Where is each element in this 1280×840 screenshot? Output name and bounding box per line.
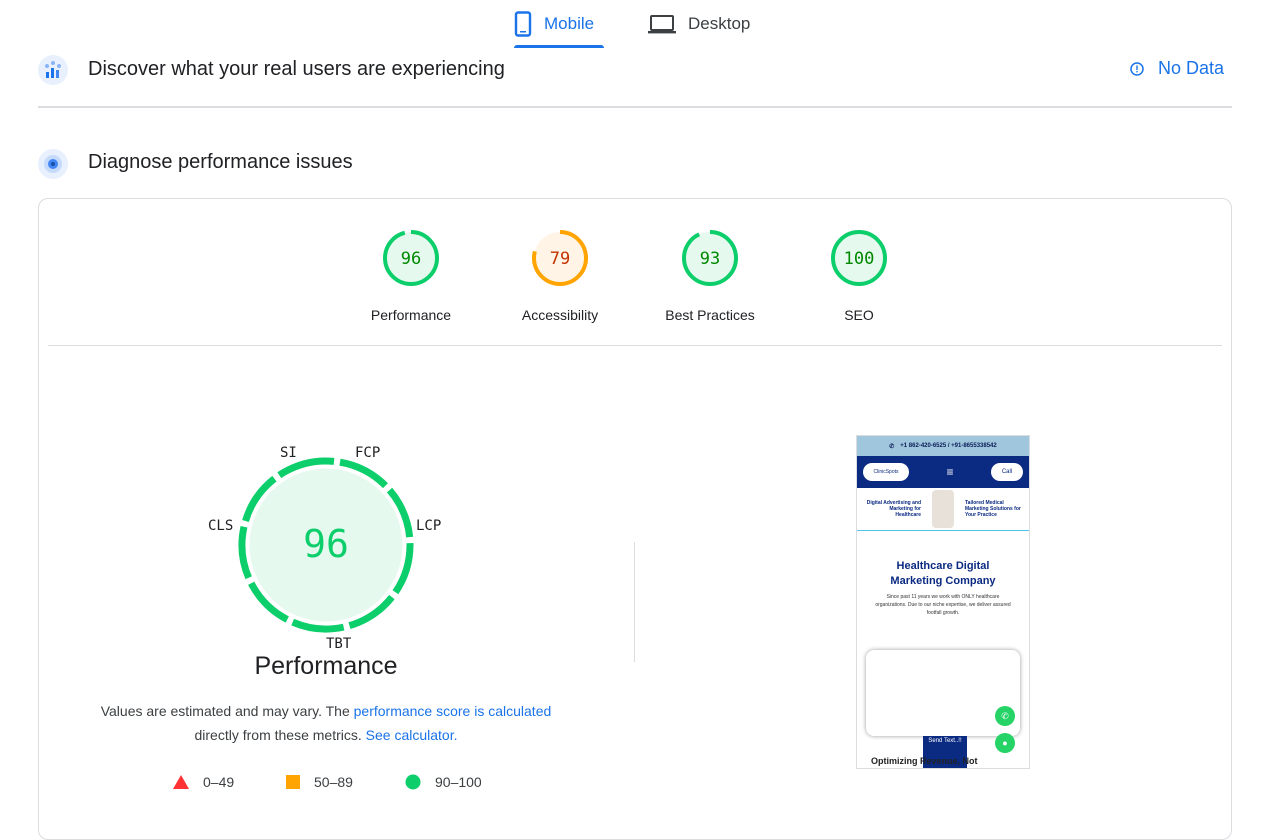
gauge-label: SEO (844, 307, 874, 323)
gauge-label: Best Practices (665, 307, 755, 323)
hero-right-text: Tailored Medical Marketing Solutions for… (965, 500, 1021, 518)
menu-icon: ≡ (946, 465, 954, 479)
screenshot-topbar: ✆ +1 862-420-6525 / +91-8655338542 (857, 436, 1029, 456)
screenshot-hero: Digital Advertising and Marketing for He… (857, 488, 1029, 531)
screenshot-video-box (866, 650, 1020, 736)
metric-label-cls: CLS (208, 518, 234, 534)
gauge-ring: 93 (682, 230, 738, 286)
diagnose-title: Diagnose performance issues (88, 151, 353, 173)
headline-line1: Healthcare Digital (896, 560, 990, 572)
gauge-score: 79 (550, 249, 570, 269)
gauge-score: 100 (844, 249, 875, 269)
score-calculated-link[interactable]: performance score is calculated (354, 703, 552, 719)
tab-desktop-label: Desktop (688, 14, 751, 33)
gauge-label: Accessibility (521, 307, 599, 323)
card-divider (48, 345, 1222, 346)
legend-average: 50–89 (286, 774, 353, 790)
tab-active-indicator (514, 45, 604, 48)
performance-big-gauge: 96 (238, 457, 414, 633)
gauge-best-practices[interactable]: 93 Best Practices (650, 228, 770, 323)
score-note-line2: directly from these metrics. See calcula… (80, 727, 572, 743)
metric-label-tbt: TBT (326, 636, 352, 652)
gauge-ring: 79 (532, 230, 588, 286)
gauge-score: 93 (700, 249, 720, 269)
info-icon (1130, 61, 1144, 76)
gauge-score: 96 (401, 249, 421, 269)
vertical-divider (634, 542, 635, 662)
gauge-performance[interactable]: 96 Performance (351, 228, 471, 323)
screenshot-phone: +1 862-420-6525 / +91-8655338542 (900, 443, 997, 449)
legend-fail: 0–49 (173, 774, 234, 790)
field-data-title: Discover what your real users are experi… (88, 58, 505, 80)
doctor-image (932, 490, 954, 528)
gauge-ring: 100 (831, 230, 887, 286)
screenshot-paragraph: Since past 11 years we work with ONLY he… (875, 594, 1011, 616)
no-data-label: No Data (1158, 58, 1225, 78)
legend-range: 0–49 (203, 774, 235, 790)
see-calculator-link[interactable]: See calculator. (366, 727, 458, 743)
screenshot-logo: ClinicSpots (863, 463, 909, 481)
laptop-icon (648, 15, 676, 34)
gauge-ring: 96 (383, 230, 439, 286)
legend-pass: 90–100 (405, 774, 482, 790)
note-middle: directly from these metrics. (194, 727, 362, 743)
circle-icon (405, 774, 421, 790)
gauge-seo[interactable]: 100 SEO (799, 228, 919, 323)
phone-icon (514, 11, 532, 37)
diagnose-icon (38, 149, 68, 179)
metric-label-si: SI (280, 445, 297, 461)
tab-mobile-label: Mobile (544, 14, 595, 33)
metric-label-fcp: FCP (355, 445, 381, 461)
triangle-icon (173, 775, 189, 789)
headline-line2: Marketing Company (890, 575, 996, 587)
phone-call-icon: ✆ (995, 706, 1015, 726)
score-note-line1: Values are estimated and may vary. The p… (80, 703, 572, 719)
legend-range: 90–100 (435, 774, 482, 790)
hero-left-text: Digital Advertising and Marketing for He… (866, 500, 921, 518)
phone-icon: ✆ (889, 443, 895, 450)
page-screenshot: ✆ +1 862-420-6525 / +91-8655338542 Clini… (856, 435, 1030, 769)
field-data-icon (38, 55, 68, 85)
tab-desktop[interactable]: Desktop (648, 0, 750, 48)
gauge-accessibility[interactable]: 79 Accessibility (500, 228, 620, 323)
screenshot-nav: ClinicSpots ≡ Call (857, 456, 1029, 488)
screenshot-headline: Healthcare Digital Marketing Company (857, 559, 1029, 589)
tab-mobile[interactable]: Mobile (514, 0, 604, 48)
metric-label-lcp: LCP (416, 518, 442, 534)
gauge-label: Performance (370, 307, 452, 323)
screenshot-bottom-text: Optimizing Revenue, Not (871, 756, 978, 766)
legend-range: 50–89 (314, 774, 353, 790)
whatsapp-icon: ● (995, 733, 1015, 753)
square-icon (286, 775, 300, 789)
section-divider (38, 106, 1232, 108)
screenshot-call: Call (990, 463, 1023, 481)
performance-title: Performance (254, 652, 398, 680)
no-data-status: No Data (1130, 58, 1224, 79)
note-prefix: Values are estimated and may vary. The (100, 703, 350, 719)
big-score: 96 (303, 522, 349, 566)
